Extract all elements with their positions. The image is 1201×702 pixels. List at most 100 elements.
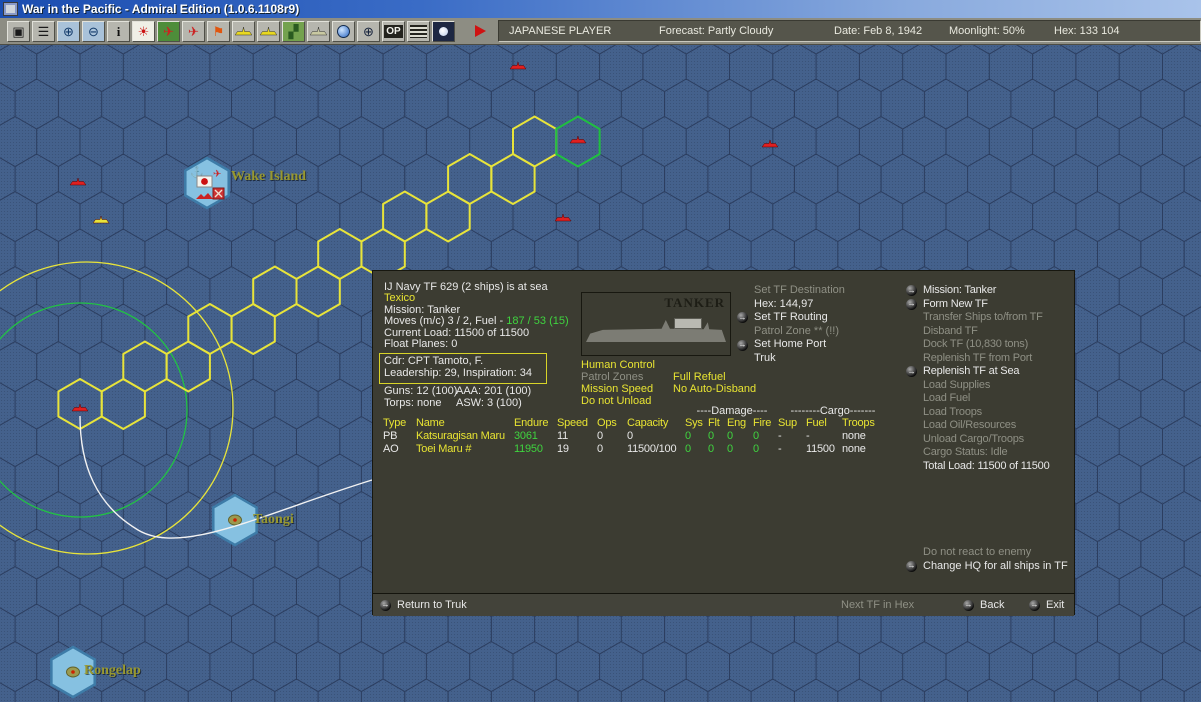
asw-value: ASW: 3 (100)	[456, 397, 522, 409]
commander-name: Cdr: CPT Tamoto, F.	[384, 355, 484, 367]
toolbar-button-zoom-in-icon[interactable]: ⊕	[57, 20, 80, 42]
toolbar-button-reports-icon[interactable]: ☰	[32, 20, 55, 42]
column-header-name: Name	[416, 417, 445, 429]
return-to-port-button[interactable]: Return to Truk	[380, 599, 467, 611]
toolbar-button-save-icon[interactable]: ▣	[7, 20, 30, 42]
ship-cell: AO	[383, 443, 399, 455]
react-item-change-hq-for-all-ships-in-tf[interactable]: Change HQ for all ships in TF	[906, 560, 1068, 574]
action-item-replenish-tf-at-sea[interactable]: Replenish TF at Sea	[906, 365, 1050, 379]
menu-label: Load Supplies	[923, 378, 991, 391]
nav-item-set-tf-routing[interactable]: Set TF Routing	[737, 311, 845, 325]
menu-label: Transfer Ships to/from TF	[923, 311, 1043, 323]
menu-label: Form New TF	[923, 297, 988, 310]
toggle-patrol-zones: Patrol Zones	[581, 371, 644, 383]
action-item-load-oil-resources: Load Oil/Resources	[906, 419, 1050, 433]
arrow-icon	[906, 560, 917, 572]
menu-label: Set Home Port	[754, 338, 827, 351]
toolbar-button-operations-icon[interactable]: OP	[382, 20, 405, 42]
menu-label: Patrol Zone ** (!!)	[754, 324, 839, 337]
ship-photo: TANKER	[581, 292, 731, 356]
nav-item-set-home-port[interactable]: Set Home Port	[737, 338, 845, 352]
menu-label: Disband TF	[923, 324, 978, 337]
toolbar-button-end-turn-icon[interactable]	[469, 21, 492, 42]
ship-name[interactable]: Katsuragisan Maru	[416, 430, 514, 443]
action-item-total-load-11500-of-11500[interactable]: Total Load: 11500 of 11500	[906, 460, 1050, 474]
toolbar-button-objectives-flag-icon[interactable]: ⚑	[207, 20, 230, 42]
nav-item-patrol-zone: Patrol Zone ** (!!)	[737, 325, 845, 339]
toolbar-button-world-map-icon[interactable]	[332, 20, 355, 42]
ship-cell: 3061	[514, 430, 538, 442]
toggle-human-control[interactable]: Human Control	[581, 359, 655, 371]
toolbar-button-day-night-icon[interactable]	[432, 20, 455, 42]
menu-label: Hex: 144,97	[754, 297, 814, 310]
nav-item-set-tf-destination: Set TF Destination	[737, 284, 845, 298]
ship-cell: 0	[753, 430, 759, 442]
arrow-icon	[906, 366, 917, 378]
toolbar-button-strategic-map-icon[interactable]: ⊕	[357, 20, 380, 42]
torps-value: Torps: none	[384, 397, 442, 409]
menu-label: Do not react to enemy	[923, 546, 1032, 558]
column-header-sys: Sys	[685, 417, 703, 429]
status-bar: JAPANESE PLAYER Forecast: Partly Cloudy …	[498, 20, 1201, 42]
toolbar-button-ground-ops-icon[interactable]: ▞	[282, 20, 305, 42]
island-label-rongelap: Rongelap	[84, 663, 141, 678]
toolbar-button-japan-flag-icon[interactable]: ☀	[132, 20, 155, 42]
nav-item-truk[interactable]: Truk	[737, 352, 845, 366]
action-item-unload-cargo-troops: Unload Cargo/Troops	[906, 433, 1050, 447]
arrow-icon	[737, 312, 748, 324]
toggle-full-refuel[interactable]: Full Refuel	[673, 371, 756, 383]
menu-label: Total Load: 11500 of 11500	[923, 459, 1050, 472]
arrow-icon	[906, 298, 917, 310]
island-label-wake-island: Wake Island	[231, 169, 307, 184]
column-header-eng: Eng	[727, 417, 746, 429]
panel-footer: Return to Truk Next TF in Hex Back Exit	[373, 593, 1074, 616]
toolbar-button-naval-ops-icon[interactable]	[232, 20, 255, 42]
back-button[interactable]: Back	[963, 599, 1004, 611]
toolbar-button-air-transport-icon[interactable]: ✈	[182, 20, 205, 42]
menu-label: Load Oil/Resources	[923, 419, 1017, 431]
toggle-mission-speed[interactable]: Mission Speed	[581, 383, 655, 395]
action-item-disband-tf: Disband TF	[906, 325, 1050, 339]
menu-label: Dock TF (10,830 tons)	[923, 338, 1029, 350]
column-header-fire: Fire	[753, 417, 772, 429]
toolbar-button-info-icon[interactable]: i	[107, 20, 130, 42]
fuel-value: 187 / 53 (15)	[506, 315, 569, 328]
ship-cell: -	[778, 443, 782, 455]
arrow-icon	[1029, 599, 1040, 611]
nav-item-hex-144-97[interactable]: Hex: 144,97	[737, 298, 845, 312]
tf-react-menu: Do not react to enemy Change HQ for all s…	[906, 546, 1068, 573]
base-dot-icon	[71, 670, 75, 674]
toolbar-button-industry-icon[interactable]	[407, 20, 430, 42]
action-item-mission-tanker[interactable]: Mission: Tanker	[906, 284, 1050, 298]
island-hex-wake-island[interactable]: ⚓ ✈	[184, 156, 230, 210]
ship-cell: 11950	[514, 443, 543, 455]
commander-box[interactable]: Cdr: CPT Tamoto, F. Leadership: 29, Insp…	[379, 353, 547, 384]
tf-float-planes: Float Planes: 0	[384, 338, 458, 351]
hex-coord-label: Hex: 133 104	[1054, 25, 1120, 37]
tf-destination-menu: Set TF DestinationHex: 144,97Set TF Rout…	[737, 284, 845, 366]
island-hex-taongi[interactable]	[212, 493, 258, 547]
commander-stats: Leadership: 29, Inspiration: 34	[384, 367, 532, 379]
toolbar-button-air-combat-icon[interactable]: ✈	[157, 20, 180, 42]
toggle-do-not-unload[interactable]: Do not Unload	[581, 395, 655, 407]
menu-label: Replenish TF from Port	[923, 351, 1033, 364]
date-label: Date: Feb 8, 1942	[834, 25, 923, 37]
tf-actions-menu: Mission: TankerForm New TFTransfer Ships…	[906, 284, 1050, 473]
toggle-no-auto-disband[interactable]: No Auto-Disband	[673, 383, 756, 395]
ship-photo-hull	[586, 320, 726, 342]
toolbar-button-sub-ops-icon[interactable]	[257, 20, 280, 42]
column-header-type: Type	[383, 417, 407, 429]
action-item-form-new-tf[interactable]: Form New TF	[906, 298, 1050, 312]
toolbar-button-amphibious-ops-icon[interactable]	[307, 20, 330, 42]
armament-block: Guns: 12 (100)AAA: 201 (100) Torps: none…	[384, 385, 531, 409]
menu-label: Load Troops	[923, 405, 982, 418]
main-toolbar: ▣ ☰ ⊕ ⊖ i ☀ ✈ ✈ ⚑ ▞ ⊕ OP JAPANESE PLAYER Forecast: …	[0, 18, 1201, 45]
menu-label: Set TF Routing	[754, 311, 828, 324]
tf-toggles-left: Human Control Patrol Zones Mission Speed Do…	[581, 359, 655, 407]
column-header-endure: Endure	[514, 417, 549, 429]
tf-info-block: IJ Navy TF 629 (2 ships) is at sea Texic…	[384, 281, 569, 351]
task-force-panel: IJ Navy TF 629 (2 ships) is at sea Texic…	[372, 270, 1075, 616]
exit-button[interactable]: Exit	[1029, 599, 1064, 611]
toolbar-button-zoom-out-icon[interactable]: ⊖	[82, 20, 105, 42]
ship-name[interactable]: Toei Maru #	[416, 443, 514, 456]
